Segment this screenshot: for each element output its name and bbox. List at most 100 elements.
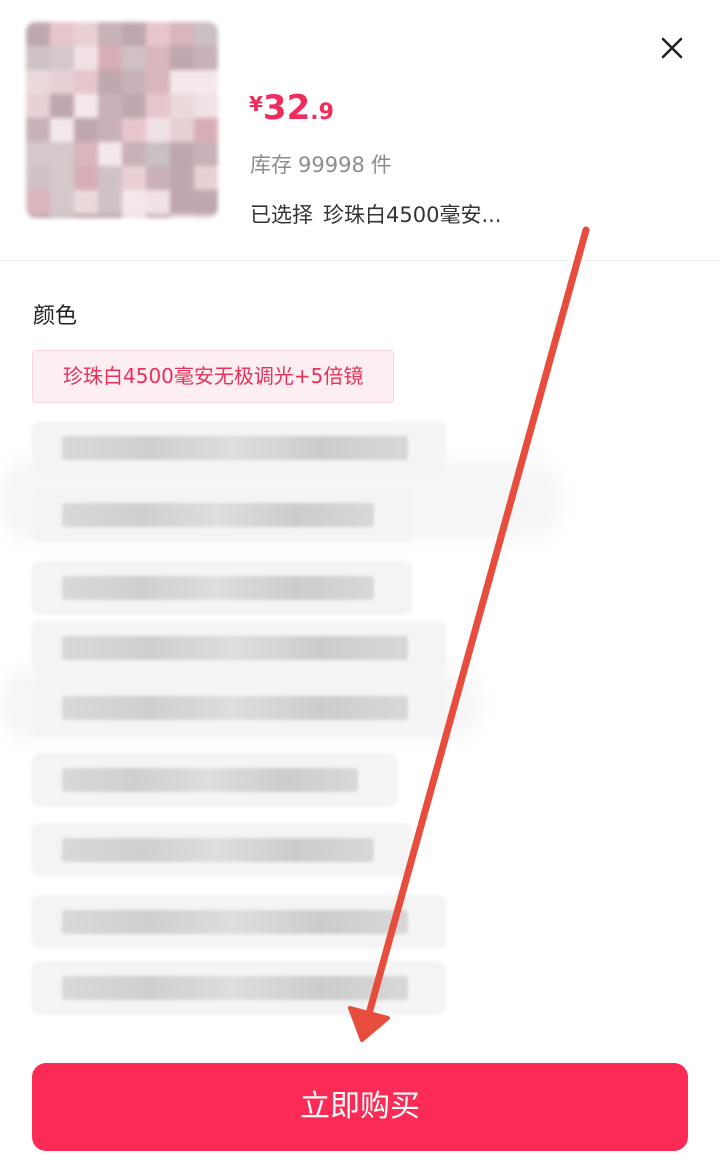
thumbnail-pixel [194, 214, 218, 218]
selected-value: 珍珠白4500毫安... [323, 203, 502, 227]
thumbnail-pixel [98, 22, 122, 46]
thumbnail-pixel [98, 142, 122, 166]
thumbnail-pixel [50, 214, 74, 218]
thumbnail-pixel [74, 70, 98, 94]
thumbnail-pixel [74, 46, 98, 70]
close-button[interactable] [652, 28, 692, 68]
thumbnail-pixel [98, 94, 122, 118]
thumbnail-pixel [146, 46, 170, 70]
thumbnail-pixel [98, 214, 122, 218]
thumbnail-pixel [122, 142, 146, 166]
close-icon [661, 37, 683, 59]
thumbnail-pixel [74, 190, 98, 214]
thumbnail-pixel [98, 70, 122, 94]
thumbnail-pixel [50, 142, 74, 166]
thumbnail-pixel [146, 22, 170, 46]
color-option-obscured[interactable] [32, 895, 446, 949]
thumbnail-pixel [170, 22, 194, 46]
color-option-obscured[interactable] [32, 488, 412, 542]
product-thumbnail [26, 22, 218, 218]
thumbnail-pixel [122, 214, 146, 218]
stock-info: 库存 99998 件 [250, 149, 392, 179]
thumbnail-pixel [122, 22, 146, 46]
selected-label: 已选择 [250, 203, 313, 227]
thumbnail-pixel [50, 118, 74, 142]
thumbnail-pixel [170, 214, 194, 218]
thumbnail-pixel [50, 190, 74, 214]
thumbnail-pixel [170, 70, 194, 94]
header-divider [0, 260, 720, 261]
thumbnail-pixel [146, 166, 170, 190]
thumbnail-pixel [194, 190, 218, 214]
sku-panel: ¥32.9 库存 99998 件 已选择 珍珠白4500毫安... 颜色 珍珠白450… [0, 0, 720, 1166]
color-option-obscured[interactable] [32, 823, 412, 877]
buy-now-button[interactable]: 立即购买 [32, 1063, 688, 1151]
thumbnail-pixel [50, 94, 74, 118]
thumbnail-pixel [194, 22, 218, 46]
price-currency: ¥ [249, 92, 263, 116]
thumbnail-pixel [74, 22, 98, 46]
thumbnail-pixel [26, 118, 50, 142]
price-decimal: .9 [310, 100, 334, 125]
thumbnail-pixel [170, 46, 194, 70]
blurred-options-list [0, 415, 720, 1025]
thumbnail-pixel [122, 46, 146, 70]
thumbnail-pixel [194, 166, 218, 190]
color-option-obscured[interactable] [32, 753, 398, 807]
stock-unit: 件 [370, 153, 392, 177]
thumbnail-pixel [74, 94, 98, 118]
thumbnail-pixel [26, 142, 50, 166]
price: ¥32.9 [249, 88, 334, 128]
thumbnail-pixel [98, 118, 122, 142]
thumbnail-pixel [170, 190, 194, 214]
thumbnail-pixel [26, 46, 50, 70]
selected-summary: 已选择 珍珠白4500毫安... [250, 199, 501, 229]
thumbnail-pixel [98, 190, 122, 214]
thumbnail-pixel [146, 142, 170, 166]
thumbnail-pixel [50, 166, 74, 190]
thumbnail-pixel [194, 118, 218, 142]
thumbnail-pixel [74, 214, 98, 218]
thumbnail-pixel [170, 166, 194, 190]
thumbnail-pixel [50, 22, 74, 46]
color-option-obscured[interactable] [32, 421, 446, 475]
thumbnail-pixel [170, 94, 194, 118]
thumbnail-pixel [170, 142, 194, 166]
thumbnail-pixel [26, 22, 50, 46]
thumbnail-pixel [122, 70, 146, 94]
thumbnail-pixel [50, 70, 74, 94]
color-option-obscured[interactable] [32, 561, 412, 615]
thumbnail-pixel [98, 166, 122, 190]
thumbnail-pixel [26, 94, 50, 118]
thumbnail-pixel [122, 118, 146, 142]
thumbnail-pixel [122, 94, 146, 118]
color-option-obscured[interactable] [32, 961, 446, 1015]
price-integer: 32 [262, 88, 311, 128]
thumbnail-pixel [194, 46, 218, 70]
thumbnail-pixel [74, 142, 98, 166]
thumbnail-pixel [170, 118, 194, 142]
color-option-obscured[interactable] [32, 621, 446, 675]
stock-label: 库存 [250, 153, 292, 177]
thumbnail-pixel [194, 70, 218, 94]
thumbnail-pixel [194, 94, 218, 118]
thumbnail-pixel [26, 190, 50, 214]
thumbnail-pixel [122, 166, 146, 190]
thumbnail-pixel [194, 142, 218, 166]
thumbnail-pixel [98, 46, 122, 70]
thumbnail-pixel [74, 166, 98, 190]
thumbnail-pixel [26, 70, 50, 94]
thumbnail-pixel [146, 94, 170, 118]
thumbnail-pixel [146, 118, 170, 142]
color-option-obscured[interactable] [32, 681, 446, 735]
thumbnail-pixel [74, 118, 98, 142]
thumbnail-pixel [122, 190, 146, 214]
color-section-label: 颜色 [33, 304, 78, 329]
color-option-selected[interactable]: 珍珠白4500毫安无极调光+5倍镜 [32, 350, 395, 403]
thumbnail-pixel [50, 46, 74, 70]
thumbnail-pixel [146, 190, 170, 214]
thumbnail-pixel [26, 214, 50, 218]
thumbnail-pixel [26, 166, 50, 190]
thumbnail-pixel [146, 70, 170, 94]
stock-count: 99998 [298, 153, 365, 177]
